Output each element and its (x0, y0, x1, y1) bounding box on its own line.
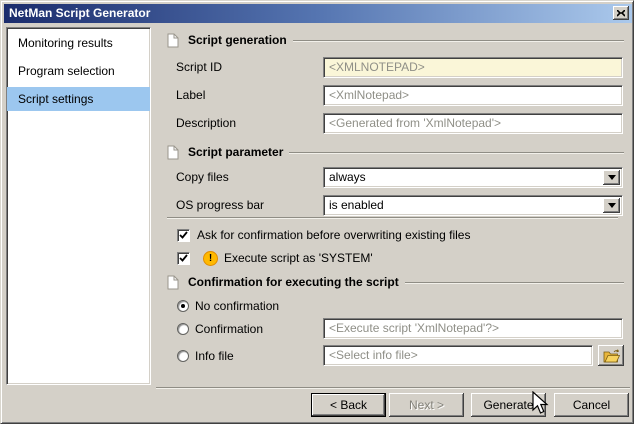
overwrite-confirmation-checkbox[interactable] (177, 229, 190, 242)
section-divider (293, 40, 624, 42)
sidebar-item-monitoring-results[interactable]: Monitoring results (7, 31, 150, 55)
button-area-divider (156, 387, 630, 389)
section-divider (289, 152, 624, 154)
copy-files-dropdown[interactable]: always (323, 167, 623, 188)
label-label: Label (176, 88, 205, 102)
section-title: Confirmation for executing the script (188, 275, 399, 289)
info-file-row: Info file (177, 348, 234, 364)
no-confirmation-label: No confirmation (195, 299, 279, 313)
warning-icon: ! (203, 251, 218, 266)
section-header-script-generation: Script generation (167, 32, 624, 48)
section-header-confirmation: Confirmation for executing the script (167, 274, 624, 290)
os-progress-bar-label: OS progress bar (176, 198, 264, 212)
description-label: Description (176, 116, 236, 130)
section-header-script-parameter: Script parameter (167, 144, 624, 160)
back-button[interactable]: < Back (311, 393, 386, 417)
generate-button[interactable]: Generate (471, 393, 546, 417)
no-confirmation-radio[interactable] (177, 300, 189, 312)
execute-as-system-row: ! Execute script as 'SYSTEM' (177, 250, 373, 266)
wizard-step-list: Monitoring results Program selection Scr… (6, 27, 151, 385)
radio-dot (181, 304, 185, 308)
info-file-label: Info file (195, 349, 234, 363)
info-file-radio[interactable] (177, 350, 189, 362)
info-file-field[interactable]: <Select info file> (323, 345, 593, 366)
section-title: Script parameter (188, 145, 283, 159)
document-icon (167, 275, 179, 290)
dropdown-button[interactable] (603, 198, 620, 213)
browse-info-file-button[interactable] (598, 345, 624, 366)
checkmark-icon (179, 231, 188, 239)
copy-files-label: Copy files (176, 170, 229, 184)
section-title: Script generation (188, 33, 287, 47)
os-progress-bar-dropdown[interactable]: is enabled (323, 195, 623, 216)
no-confirmation-row: No confirmation (177, 298, 279, 314)
overwrite-confirmation-row: Ask for confirmation before overwriting … (177, 227, 470, 243)
dropdown-button[interactable] (603, 170, 620, 185)
netman-script-generator-dialog: NetMan Script Generator Monitoring resul… (0, 0, 634, 424)
confirmation-radio[interactable] (177, 323, 189, 335)
checkmark-icon (179, 254, 188, 262)
divider (167, 217, 618, 219)
overwrite-confirmation-label: Ask for confirmation before overwriting … (197, 228, 470, 242)
sidebar-item-program-selection[interactable]: Program selection (7, 59, 150, 83)
document-icon (167, 145, 179, 160)
label-field[interactable]: <XmlNotepad> (323, 85, 623, 106)
section-divider (405, 282, 624, 284)
close-button[interactable] (613, 6, 629, 20)
confirmation-row: Confirmation (177, 321, 263, 337)
chevron-down-icon (608, 175, 616, 180)
title-bar: NetMan Script Generator (4, 4, 632, 23)
script-id-label: Script ID (176, 60, 222, 74)
os-progress-bar-value: is enabled (329, 198, 384, 212)
document-icon (167, 33, 179, 48)
confirmation-text-field[interactable]: <Execute script 'XmlNotepad'?> (323, 318, 623, 339)
sidebar-item-script-settings[interactable]: Script settings (7, 87, 150, 111)
description-field[interactable]: <Generated from 'XmlNotepad'> (323, 113, 623, 134)
copy-files-value: always (329, 170, 366, 184)
execute-as-system-checkbox[interactable] (177, 252, 190, 265)
execute-as-system-label: Execute script as 'SYSTEM' (224, 251, 373, 265)
chevron-down-icon (608, 203, 616, 208)
open-folder-icon (603, 349, 620, 363)
script-id-field[interactable]: <XMLNOTEPAD> (323, 57, 623, 78)
next-button[interactable]: Next > (389, 393, 464, 417)
cancel-button[interactable]: Cancel (554, 393, 629, 417)
close-icon (617, 10, 625, 17)
window-title: NetMan Script Generator (9, 6, 150, 20)
confirmation-label: Confirmation (195, 322, 263, 336)
